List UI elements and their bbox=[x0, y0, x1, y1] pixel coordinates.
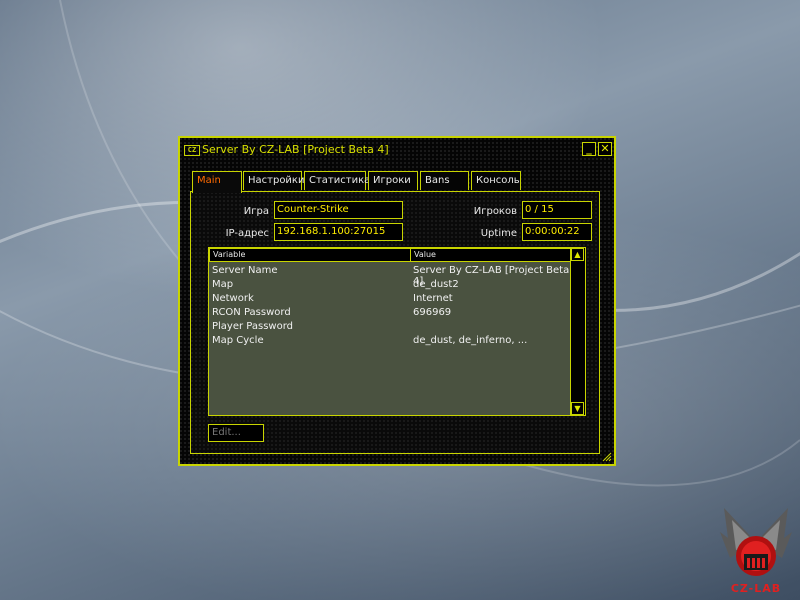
variable-cell: Map Cycle bbox=[212, 335, 264, 346]
app-logo-icon: CZ bbox=[184, 145, 200, 156]
players-field[interactable]: 0 / 15 bbox=[522, 201, 592, 219]
variable-cell: Map bbox=[212, 279, 234, 290]
variable-cell: Network bbox=[212, 293, 254, 304]
ip-field[interactable]: 192.168.1.100:27015 bbox=[274, 223, 403, 241]
value-cell: de_dust2 bbox=[413, 279, 459, 290]
ip-label: IP-адрес bbox=[225, 228, 269, 239]
column-header-variable[interactable]: Variable bbox=[209, 248, 411, 262]
brand-logo: CZ-LAB bbox=[718, 498, 794, 598]
tab-bans[interactable]: Bans bbox=[420, 171, 469, 190]
variable-cell: Server Name bbox=[212, 265, 278, 276]
uptime-field[interactable]: 0:00:00:22 bbox=[522, 223, 592, 241]
tab-players[interactable]: Игроки bbox=[368, 171, 418, 190]
edit-button[interactable]: Edit... bbox=[208, 424, 264, 442]
table-row[interactable]: RCON Password 696969 bbox=[209, 307, 571, 321]
tab-console[interactable]: Консоль bbox=[471, 171, 521, 190]
value-cell: 696969 bbox=[413, 307, 452, 318]
table-row[interactable]: Network Internet bbox=[209, 293, 571, 307]
main-panel: Игра Counter-Strike IP-адрес 192.168.1.1… bbox=[190, 191, 600, 454]
game-label: Игра bbox=[243, 206, 269, 217]
variables-table[interactable]: Variable Value Server Name Server By CZ-… bbox=[208, 247, 586, 416]
variable-cell: Player Password bbox=[212, 321, 294, 332]
game-field[interactable]: Counter-Strike bbox=[274, 201, 403, 219]
server-window: CZ Server By CZ-LAB [Project Beta 4] _ ✕… bbox=[178, 136, 616, 466]
resize-grip-icon[interactable] bbox=[602, 452, 612, 462]
title-bar[interactable]: CZ Server By CZ-LAB [Project Beta 4] _ ✕ bbox=[180, 138, 614, 162]
table-row[interactable]: Server Name Server By CZ-LAB [Project Be… bbox=[209, 265, 571, 287]
table-row[interactable]: Player Password bbox=[209, 321, 571, 335]
uptime-label: Uptime bbox=[480, 228, 517, 239]
minimize-button[interactable]: _ bbox=[582, 142, 596, 156]
window-title: Server By CZ-LAB [Project Beta 4] bbox=[202, 143, 389, 156]
value-cell: Internet bbox=[413, 293, 453, 304]
close-button[interactable]: ✕ bbox=[598, 142, 612, 156]
scroll-down-icon[interactable]: ▼ bbox=[571, 402, 584, 415]
tab-main[interactable]: Main bbox=[192, 171, 242, 193]
column-header-value[interactable]: Value bbox=[410, 248, 572, 262]
variable-cell: RCON Password bbox=[212, 307, 291, 318]
table-row[interactable]: Map Cycle de_dust, de_inferno, ... bbox=[209, 335, 571, 349]
scroll-up-icon[interactable]: ▲ bbox=[571, 248, 584, 261]
winged-emblem-icon bbox=[720, 508, 792, 576]
value-cell: de_dust, de_inferno, ... bbox=[413, 335, 528, 346]
players-label: Игроков bbox=[473, 206, 517, 217]
tab-settings[interactable]: Настройки bbox=[243, 171, 304, 190]
table-row[interactable]: Map de_dust2 bbox=[209, 279, 571, 293]
tab-statistics[interactable]: Статистика bbox=[304, 171, 370, 190]
brand-text: CZ-LAB bbox=[730, 582, 782, 595]
vertical-scrollbar[interactable]: ▲ ▼ bbox=[570, 248, 585, 415]
